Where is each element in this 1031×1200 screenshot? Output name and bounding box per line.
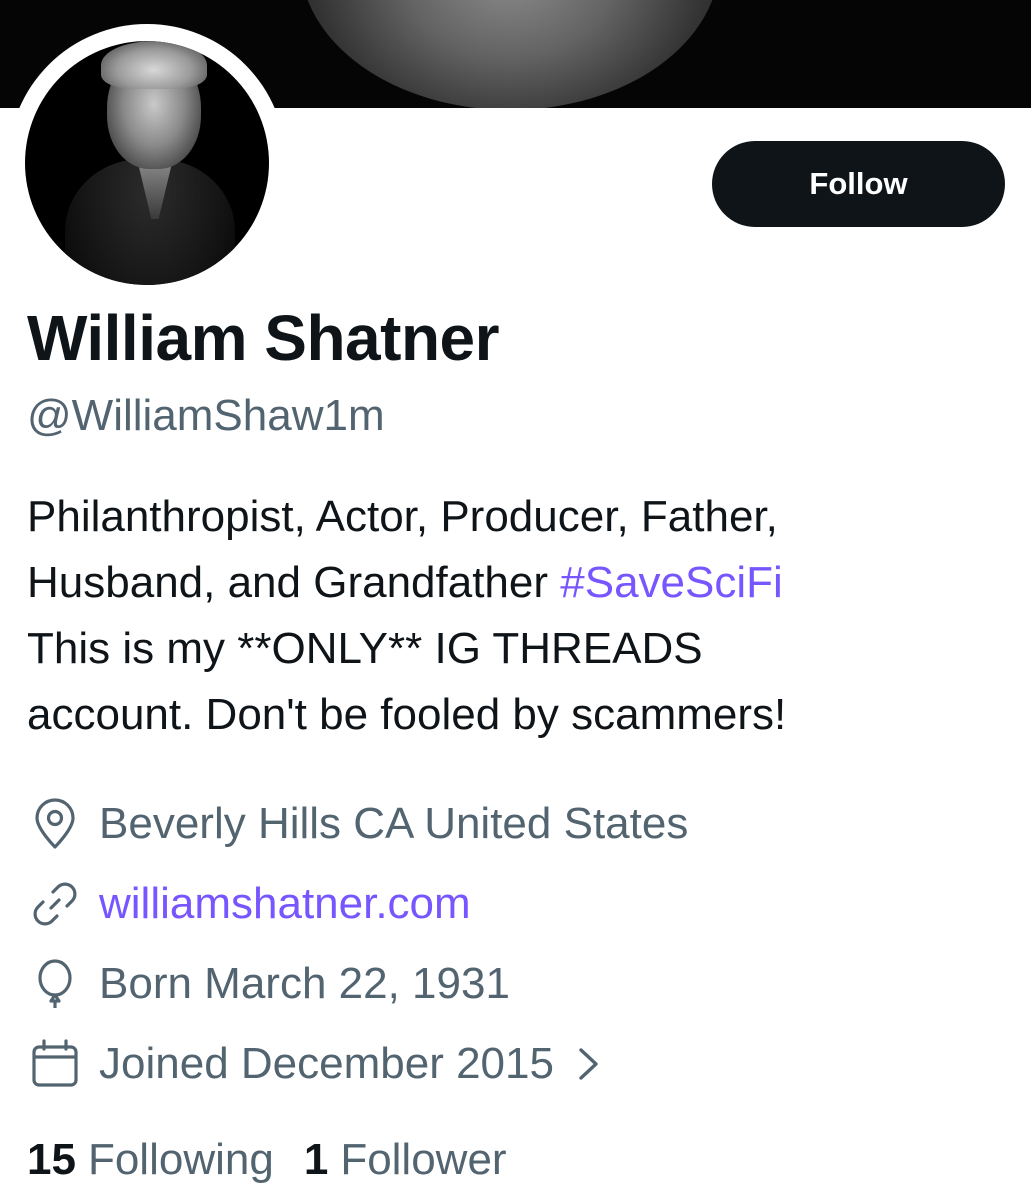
user-handle: @WilliamShaw1m xyxy=(27,391,385,440)
website-row: williamshatner.com xyxy=(27,874,471,934)
location-pin-icon xyxy=(27,796,83,852)
following-stat[interactable]: 15 Following xyxy=(27,1130,274,1190)
bio-text: Husband, and Grandfather xyxy=(27,558,561,607)
link-icon xyxy=(27,876,83,932)
profile-bio: Philanthropist, Actor, Producer, Father,… xyxy=(27,484,1027,748)
calendar-icon xyxy=(27,1036,83,1092)
following-label: Following xyxy=(87,1135,274,1184)
joined-row[interactable]: Joined December 2015 xyxy=(27,1034,602,1094)
avatar[interactable] xyxy=(25,41,269,285)
bio-line: This is my **ONLY** IG THREADS xyxy=(27,624,703,673)
following-count: 15 xyxy=(27,1135,76,1184)
follow-stats: 15 Following 1 Follower xyxy=(27,1130,507,1190)
avatar-hair xyxy=(101,41,207,89)
display-name: William Shatner xyxy=(27,302,500,374)
bio-line: account. Don't be fooled by scammers! xyxy=(27,690,787,739)
birthday-row: Born March 22, 1931 xyxy=(27,954,510,1014)
hashtag-link[interactable]: #SaveSciFi xyxy=(560,558,783,607)
bio-line: Philanthropist, Actor, Producer, Father, xyxy=(27,492,778,541)
joined-text: Joined December 2015 xyxy=(99,1039,554,1088)
chevron-right-icon[interactable] xyxy=(576,1044,602,1084)
website-link[interactable]: williamshatner.com xyxy=(99,879,471,929)
banner-photo xyxy=(300,0,720,108)
followers-count: 1 xyxy=(303,1135,329,1184)
followers-label: Follower xyxy=(340,1135,507,1184)
followers-stat[interactable]: 1 Follower xyxy=(304,1130,507,1190)
balloon-icon xyxy=(27,956,83,1012)
follow-button[interactable]: Follow xyxy=(712,141,1005,227)
location-text: Beverly Hills CA United States xyxy=(99,799,689,848)
birthday-text: Born March 22, 1931 xyxy=(99,959,510,1008)
bio-line: Husband, and Grandfather #SaveSciFi xyxy=(27,550,1027,616)
location-row: Beverly Hills CA United States xyxy=(27,794,688,854)
